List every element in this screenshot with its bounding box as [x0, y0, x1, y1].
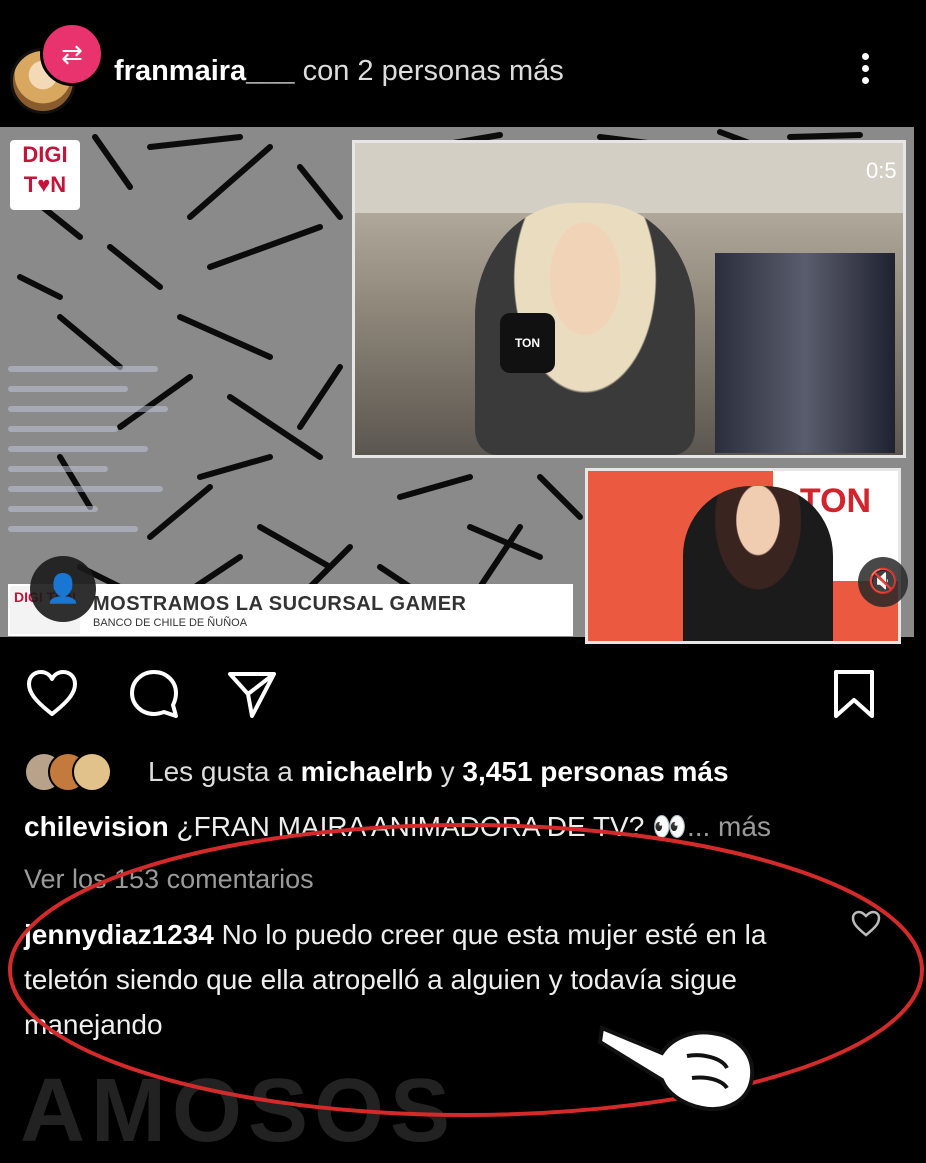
collab-text[interactable]: con 2 personas más [295, 55, 564, 87]
pip-video-frame: TON [585, 468, 901, 644]
comment-bubble-icon[interactable] [126, 666, 182, 722]
likes-row[interactable]: Les gusta a michaelrb y 3,451 personas m… [24, 752, 904, 792]
likes-middle: y [432, 756, 463, 787]
lower-third-title: MOSTRAMOS LA SUCURSAL GAMER [93, 593, 467, 615]
heart-icon[interactable] [24, 666, 80, 722]
tagged-people-icon[interactable]: 👤 [30, 556, 96, 622]
host-figure [683, 486, 833, 641]
mute-icon[interactable]: 🔇 [858, 557, 908, 607]
post-header: ⇄ franmaira___ con 2 personas más [0, 0, 926, 125]
microphone: TON [500, 313, 555, 373]
lower-third-subtitle: BANCO DE CHILE DE ÑUÑOA [93, 617, 248, 629]
bookmark-icon[interactable] [826, 666, 882, 722]
liker-username[interactable]: michaelrb [301, 756, 433, 787]
pointing-hand-icon [597, 1025, 755, 1112]
likes-prefix: Les gusta a [148, 756, 301, 787]
video-timer: 0:5 [866, 158, 897, 183]
likes-text: Les gusta a michaelrb y 3,451 personas m… [148, 756, 729, 788]
collab-live-icon[interactable]: ⇄ [40, 22, 104, 86]
liker-avatars [24, 752, 134, 792]
scene-crowd [715, 253, 895, 453]
highlight-ellipse [8, 823, 924, 1117]
likes-count[interactable]: 3,451 personas más [462, 756, 728, 787]
liker-avatar [72, 752, 112, 792]
digiton-logo: DIGI T♥N [10, 140, 80, 210]
kebab-menu-icon[interactable] [850, 50, 880, 92]
scene-ceiling [355, 143, 903, 213]
action-bar [0, 660, 926, 730]
send-icon[interactable] [224, 666, 280, 722]
author-username[interactable]: franmaira___ [114, 55, 295, 87]
main-video-frame: TON [352, 140, 906, 458]
post-author-line: franmaira___ con 2 personas más [114, 55, 564, 88]
